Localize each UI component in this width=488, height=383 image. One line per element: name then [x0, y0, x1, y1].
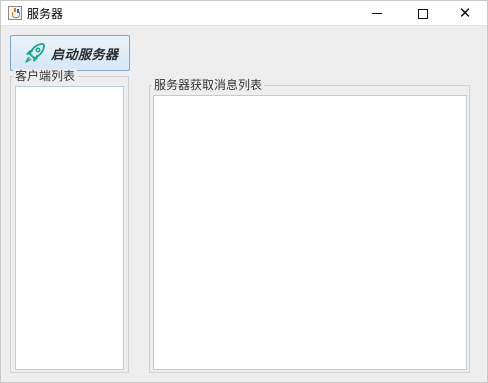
close-button[interactable]: ✕ [442, 1, 488, 26]
message-list[interactable] [153, 95, 467, 370]
server-window: 服务器 ✕ 启动服务器 客户端列表 服务器获取消息列表 [0, 0, 488, 383]
message-list-panel: 服务器获取消息列表 [149, 78, 470, 373]
title-bar[interactable]: 服务器 ✕ [1, 1, 487, 26]
client-list-panel: 客户端列表 [10, 69, 129, 373]
minimize-button[interactable] [354, 1, 400, 26]
client-list-title: 客户端列表 [13, 69, 78, 83]
minimize-icon [372, 13, 382, 14]
maximize-icon [418, 8, 428, 19]
window-title: 服务器 [27, 7, 64, 21]
maximize-button[interactable] [400, 1, 446, 26]
start-server-button[interactable]: 启动服务器 [10, 35, 130, 71]
message-list-title: 服务器获取消息列表 [152, 78, 265, 92]
java-app-icon [8, 6, 22, 20]
client-list[interactable] [15, 86, 124, 370]
rocket-icon [25, 43, 45, 63]
start-server-label: 启动服务器 [51, 47, 119, 63]
close-icon: ✕ [458, 4, 472, 22]
